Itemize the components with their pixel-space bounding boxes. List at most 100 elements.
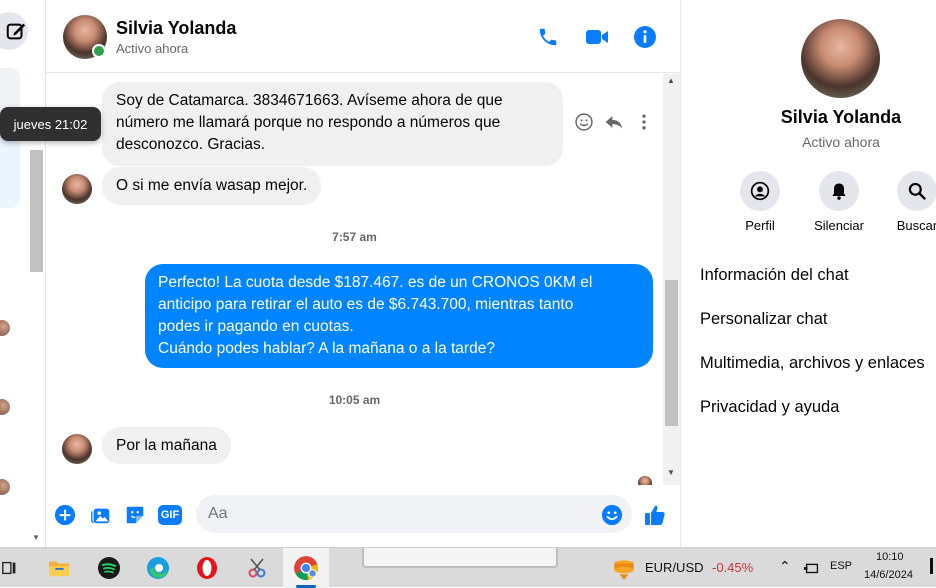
chrome-button[interactable] — [292, 554, 320, 582]
attach-photo-button[interactable] — [89, 503, 113, 527]
messenger-window: ▼ jueves 21:02 Silvia Yolanda Activo aho… — [0, 0, 936, 547]
edge-button[interactable] — [144, 554, 172, 582]
react-emoji-icon[interactable] — [574, 112, 594, 132]
time-separator: 10:05 am — [328, 393, 381, 407]
phone-icon — [539, 28, 557, 46]
reply-icon[interactable] — [604, 112, 624, 132]
network-icon — [803, 563, 819, 574]
market-widget-button[interactable] — [610, 555, 638, 583]
audio-call-button[interactable] — [535, 24, 561, 50]
sticker-button[interactable] — [123, 503, 147, 527]
opera-icon — [197, 557, 217, 579]
message-input[interactable] — [196, 495, 632, 533]
profile-icon — [750, 181, 770, 201]
message-line: podes ir pagando en cuotas. — [158, 318, 354, 335]
message-composer: GIF — [46, 485, 680, 547]
chat-avatar[interactable] — [0, 320, 10, 336]
search-circle — [897, 171, 936, 211]
conversation-info-panel: Silvia Yolanda Activo ahora Perfil Silen… — [680, 0, 936, 547]
contact-name[interactable]: Silvia Yolanda — [116, 18, 236, 39]
sticker-icon — [126, 506, 144, 524]
menu-customize-chat[interactable]: Personalizar chat — [700, 310, 827, 329]
conversation-info-button[interactable] — [632, 24, 658, 50]
ticker-change: -0.45% — [712, 560, 754, 575]
message-line: número me llamará porque no respondo a n… — [116, 114, 501, 131]
scroll-up-arrow-icon[interactable]: ▲ — [667, 76, 675, 85]
message-line: desconozco. Gracias. — [116, 136, 266, 153]
search-button[interactable]: Buscar — [877, 171, 936, 233]
file-explorer-button[interactable] — [45, 554, 73, 582]
chat-avatar[interactable] — [0, 399, 10, 415]
seen-avatar — [638, 476, 652, 485]
profile-button[interactable]: Perfil — [720, 171, 800, 233]
sender-avatar[interactable] — [62, 434, 92, 464]
message-line: anticipo para retirar el auto es de $6.7… — [158, 296, 574, 313]
edge-icon — [147, 557, 169, 579]
snipping-tool-button[interactable] — [243, 554, 271, 582]
network-button[interactable] — [798, 554, 826, 582]
new-message-button[interactable] — [0, 12, 28, 50]
message-scrollbar[interactable]: ▲ ▼ — [663, 74, 680, 485]
input-language[interactable]: ESP — [830, 560, 852, 572]
emoji-button[interactable] — [600, 503, 624, 527]
chrome-icon — [294, 556, 319, 581]
chat-list-scrollbar[interactable] — [30, 150, 43, 272]
gif-icon: GIF — [157, 505, 183, 525]
incoming-message[interactable]: Soy de Catamarca. 3834671663. Avíseme ah… — [102, 82, 563, 166]
sender-avatar[interactable] — [62, 174, 92, 204]
mute-button[interactable]: Silenciar — [799, 171, 879, 233]
search-label: Buscar — [896, 218, 936, 233]
task-view-icon — [2, 561, 16, 575]
chat-avatar[interactable] — [0, 479, 10, 495]
clock-date[interactable]: 14/6/2024 — [864, 569, 913, 581]
spotify-button[interactable] — [95, 554, 123, 582]
chat-header: Silvia Yolanda Activo ahora — [46, 0, 680, 73]
thumbs-up-icon — [645, 505, 665, 525]
timestamp-tooltip: jueves 21:02 — [0, 107, 101, 141]
scrollbar-thumb[interactable] — [665, 280, 678, 426]
plus-circle-icon — [54, 504, 76, 526]
chat-item[interactable] — [0, 68, 20, 108]
mute-circle — [819, 171, 859, 211]
profile-status: Activo ahora — [802, 134, 880, 150]
profile-label: Perfil — [745, 218, 775, 233]
video-camera-icon — [586, 30, 608, 44]
message-line: Soy de Catamarca. 3834671663. Avíseme ah… — [116, 92, 503, 109]
smiley-icon — [601, 504, 623, 526]
window-preview-edge — [362, 548, 558, 568]
scroll-down-arrow-icon[interactable]: ▼ — [667, 468, 675, 477]
menu-chat-info[interactable]: Información del chat — [700, 266, 849, 285]
gif-button[interactable]: GIF — [157, 503, 183, 527]
outgoing-message[interactable]: Perfecto! La cuota desde $187.467. es de… — [145, 264, 653, 368]
show-desktop-button[interactable] — [930, 558, 933, 574]
incoming-message[interactable]: O si me envía wasap mejor. — [102, 167, 322, 205]
opera-button[interactable] — [193, 554, 221, 582]
scroll-down-arrow-icon[interactable]: ▼ — [32, 533, 40, 542]
info-icon — [634, 26, 656, 48]
send-like-button[interactable] — [643, 503, 667, 527]
task-view-button[interactable] — [0, 554, 24, 582]
more-options-icon[interactable] — [634, 112, 654, 132]
ticker-pair: EUR/USD — [645, 560, 704, 575]
currency-coins-icon — [614, 560, 634, 580]
snipping-tool-icon — [248, 558, 266, 578]
spotify-icon — [98, 557, 120, 579]
show-hidden-icons-chevron-icon[interactable]: ⌃ — [779, 558, 791, 575]
bell-icon — [832, 183, 846, 200]
clock-time[interactable]: 10:10 — [876, 551, 904, 563]
contact-status: Activo ahora — [116, 41, 189, 56]
profile-circle — [740, 171, 780, 211]
incoming-message[interactable]: Por la mañana — [102, 427, 231, 464]
menu-media-files-links[interactable]: Multimedia, archivos y enlaces — [700, 354, 925, 373]
online-indicator — [92, 44, 106, 58]
more-actions-button[interactable] — [53, 503, 77, 527]
chat-list-strip: ▼ — [0, 0, 46, 547]
profile-avatar[interactable] — [801, 19, 880, 98]
gallery-icon — [91, 508, 110, 524]
message-list: Soy de Catamarca. 3834671663. Avíseme ah… — [46, 74, 663, 485]
search-icon — [908, 182, 926, 200]
video-call-button[interactable] — [584, 24, 610, 50]
menu-privacy-help[interactable]: Privacidad y ayuda — [700, 398, 839, 417]
time-separator: 7:57 am — [332, 230, 377, 244]
file-explorer-icon — [49, 561, 69, 577]
